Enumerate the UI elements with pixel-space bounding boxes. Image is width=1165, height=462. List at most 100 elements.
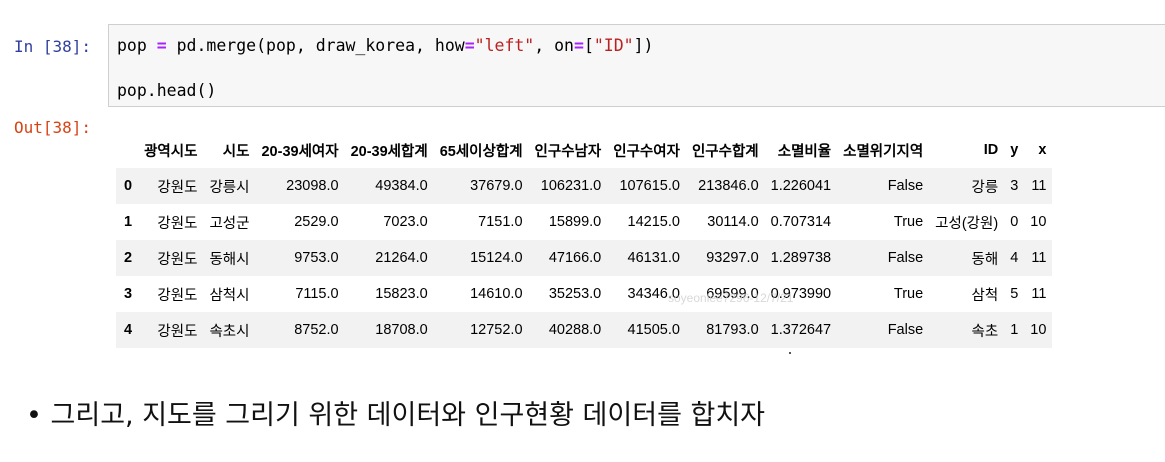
code-token: "left"	[474, 36, 535, 55]
table-cell: 강원도	[157, 251, 198, 268]
table-cell: True	[893, 214, 924, 230]
table-cell: 강릉	[971, 179, 999, 196]
column-header: 20-39세여자	[261, 143, 339, 160]
table-cell: 107615.0	[619, 178, 680, 194]
table-cell: 14215.0	[627, 214, 680, 230]
table-cell: 속초	[971, 323, 999, 340]
code-token: ])	[633, 36, 654, 55]
table-cell: 고성군	[209, 215, 250, 232]
table-cell: 10	[1030, 322, 1047, 338]
table-cell: 11	[1031, 286, 1047, 302]
table-cell: False	[887, 322, 924, 338]
table-cell: 강원도	[157, 287, 198, 304]
row-index: 1	[124, 214, 133, 230]
column-header: 인구수남자	[534, 143, 602, 160]
table-row: 4 강원도 속초시 8752.0 18708.0 12752.0 40288.0 41505.…	[116, 312, 1053, 348]
table-header-row: 광역시도 시도 20-39세여자 20-39세합계 65세이상합계 인구수남자 인구수여자 인…	[116, 132, 1052, 168]
table-cell: 4	[1010, 250, 1019, 266]
table-cell: 47166.0	[548, 250, 602, 266]
table-cell: 12752.0	[470, 322, 523, 338]
column-header: 소멸위기지역	[843, 143, 924, 160]
table-cell: 7023.0	[383, 214, 428, 230]
table-cell: 41505.0	[627, 322, 680, 338]
table-cell: False	[887, 250, 924, 266]
table-cell: True	[893, 286, 924, 302]
row-index: 3	[124, 286, 133, 302]
table-row: 3 강원도 삼척시 7115.0 15823.0 14610.0 35253.0 34346.…	[116, 276, 1052, 312]
code-token: =	[574, 36, 584, 55]
table-cell: 1	[1010, 322, 1019, 338]
table-cell: 1.289738	[770, 250, 832, 266]
table-row: 0 강원도 강릉시 23098.0 49384.0 37679.0 106231.0 1076…	[116, 168, 1053, 204]
table-cell: 11	[1031, 178, 1047, 194]
column-header: 시도	[222, 143, 250, 160]
table-cell: 81793.0	[706, 322, 759, 338]
row-index: 4	[124, 322, 133, 338]
table-cell: 30114.0	[707, 214, 759, 230]
code-token: , on	[534, 36, 574, 55]
table-body: 0 강원도 강릉시 23098.0 49384.0 37679.0 106231.0 1076…	[116, 168, 1053, 348]
column-header: y	[1010, 142, 1019, 158]
column-header: 20-39세합계	[350, 143, 428, 160]
table-cell: 49384.0	[375, 178, 428, 194]
table-cell: 46131.0	[627, 250, 680, 266]
table-cell: 속초시	[209, 323, 250, 340]
code-line-merge: pop = pd.merge(pop, draw_korea, how="lef…	[117, 35, 654, 57]
input-prompt: In [38]:	[14, 37, 92, 56]
watermark-text: soyeonlee7296-12/7/21	[668, 291, 794, 305]
code-token: [	[583, 36, 594, 55]
table-cell: 5	[1010, 286, 1019, 302]
table-cell: 40288.0	[548, 322, 602, 338]
table-cell: 21264.0	[375, 250, 428, 266]
table-cell: 23098.0	[286, 178, 339, 194]
table-cell: 10	[1030, 214, 1047, 230]
table-cell: 37679.0	[470, 178, 523, 194]
table-cell: 3	[1010, 178, 1019, 194]
table-cell: 삼척시	[209, 287, 250, 304]
column-header: x	[1038, 142, 1047, 158]
output-prompt: Out[38]:	[14, 118, 92, 137]
table-cell: 8752.0	[294, 322, 339, 338]
table-cell: 2529.0	[294, 214, 339, 230]
table-cell: 7115.0	[295, 286, 339, 302]
code-line-head: pop.head()	[117, 81, 217, 100]
table-row: 2 강원도 동해시 9753.0 21264.0 15124.0 47166.0 46131.…	[116, 240, 1053, 276]
column-header: 광역시도	[144, 143, 198, 160]
table-cell: 동해시	[209, 251, 250, 268]
code-token: pd.merge(pop, draw_korea, how	[166, 36, 465, 55]
table-cell: 동해	[971, 251, 999, 268]
table-cell: 1.372647	[770, 322, 832, 338]
column-header: ID	[983, 142, 999, 158]
table-cell: 강원도	[157, 323, 198, 340]
table-cell: 0	[1010, 214, 1019, 230]
table-cell: 고성(강원)	[935, 215, 999, 232]
table-cell: 강릉시	[209, 179, 250, 196]
table-cell: 7151.0	[478, 214, 523, 230]
row-index: 0	[124, 178, 133, 194]
table-cell: 18708.0	[375, 322, 428, 338]
table-cell: False	[887, 178, 924, 194]
column-header: 65세이상합계	[439, 143, 523, 160]
table-cell: 11	[1031, 250, 1047, 266]
dataframe-output-table: 광역시도 시도 20-39세여자 20-39세합계 65세이상합계 인구수남자 인구수여자 인…	[116, 132, 1053, 348]
code-token: =	[156, 36, 167, 55]
table-cell: 강원도	[157, 179, 198, 196]
column-header: 인구수여자	[613, 143, 680, 160]
row-index: 2	[124, 250, 133, 266]
column-header: 소멸비율	[777, 143, 832, 160]
table-cell: 9753.0	[294, 250, 339, 266]
code-token: =	[464, 36, 475, 55]
stray-dot	[789, 352, 791, 354]
table-cell: 106231.0	[540, 178, 602, 194]
code-cell-input[interactable]: pop = pd.merge(pop, draw_korea, how="lef…	[108, 24, 1165, 107]
table-cell: 0.707314	[770, 214, 832, 230]
table-cell: 15899.0	[548, 214, 602, 230]
table-cell: 35253.0	[548, 286, 602, 302]
table-row: 1 강원도 고성군 2529.0 7023.0 7151.0 15899.0 14215.0 3…	[116, 204, 1052, 240]
table-cell: 15124.0	[470, 250, 523, 266]
table-cell: 213846.0	[698, 178, 759, 194]
table-cell: 삼척	[971, 287, 999, 304]
column-header: 인구수합계	[691, 143, 759, 160]
table-cell: 93297.0	[706, 250, 759, 266]
column-header	[116, 132, 138, 168]
